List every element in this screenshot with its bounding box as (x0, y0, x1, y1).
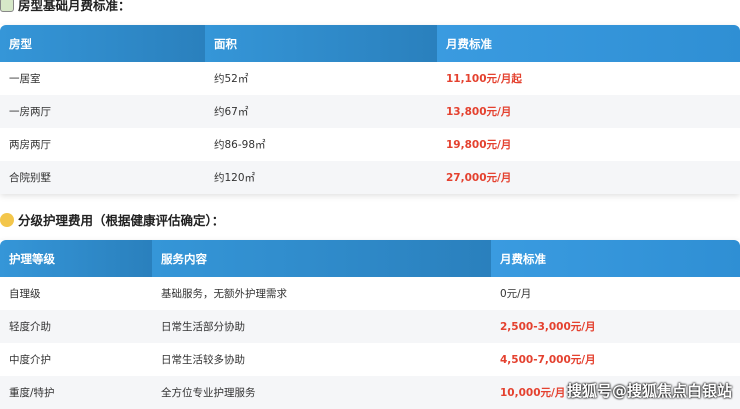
header-room-type: 房型 (0, 25, 205, 62)
row-label: 一居室 (9, 73, 41, 85)
row-label: 中度介护 (9, 354, 51, 366)
row-label: 一房两厅 (0, 95, 205, 128)
row-label: 两房两厅 (9, 139, 51, 151)
row-label: 合院别墅 (0, 161, 205, 194)
header-service: 服务内容 (152, 240, 491, 277)
header-monthly-fee: 月费标准 (437, 25, 740, 62)
row-detail: 约86-98㎡ (214, 139, 266, 151)
row-label: 轻度介助 (0, 310, 152, 343)
row-price: 13,800元/月 (437, 95, 740, 128)
table-row: 合院别墅 约120㎡ 27,000元/月 (0, 161, 740, 194)
table-row: 中度介护 日常生活较多协助 4,500-7,000元/月 (0, 343, 740, 376)
row-detail: 全方位专业护理服务 (152, 376, 491, 409)
table-row: 自理级 基础服务，无额外护理需求 0元/月 (0, 277, 740, 310)
row-price: 19,800元/月 (446, 139, 512, 151)
section1-title: 房型基础月费标准： (0, 0, 131, 14)
row-label: 自理级 (9, 288, 41, 300)
nurse-icon (0, 212, 14, 227)
row-detail: 约67㎡ (205, 95, 437, 128)
header-monthly-fee: 月费标准 (491, 240, 740, 277)
row-detail: 日常生活较多协助 (161, 354, 245, 366)
row-price: 4,500-7,000元/月 (500, 354, 596, 366)
row-detail: 约120㎡ (205, 161, 437, 194)
table-row: 一房两厅 约67㎡ 13,800元/月 (0, 95, 740, 128)
section2-title: 分级护理费用（根据健康评估确定）： (0, 210, 224, 229)
table-row: 一居室 约52㎡ 11,100元/月起 (0, 62, 740, 95)
row-price: 2,500-3,000元/月 (491, 310, 740, 343)
house-icon (0, 0, 14, 12)
table-row: 两房两厅 约86-98㎡ 19,800元/月 (0, 128, 740, 161)
watermark: 搜狐号@搜狐焦点白银站 (566, 382, 732, 400)
row-price: 0元/月 (500, 288, 532, 300)
row-price: 27,000元/月 (437, 161, 740, 194)
row-detail: 基础服务，无额外护理需求 (161, 288, 287, 300)
room-fee-table: 房型 面积 月费标准 一居室 约52㎡ 11,100元/月起一房两厅 约67㎡ 13,8… (0, 25, 740, 194)
row-price: 11,100元/月起 (446, 73, 522, 85)
header-area: 面积 (205, 25, 437, 62)
row-detail: 约52㎡ (214, 73, 249, 85)
row-label: 重度/特护 (0, 376, 152, 409)
header-care-level: 护理等级 (0, 240, 152, 277)
row-detail: 日常生活部分协助 (152, 310, 491, 343)
table-row: 轻度介助 日常生活部分协助 2,500-3,000元/月 (0, 310, 740, 343)
